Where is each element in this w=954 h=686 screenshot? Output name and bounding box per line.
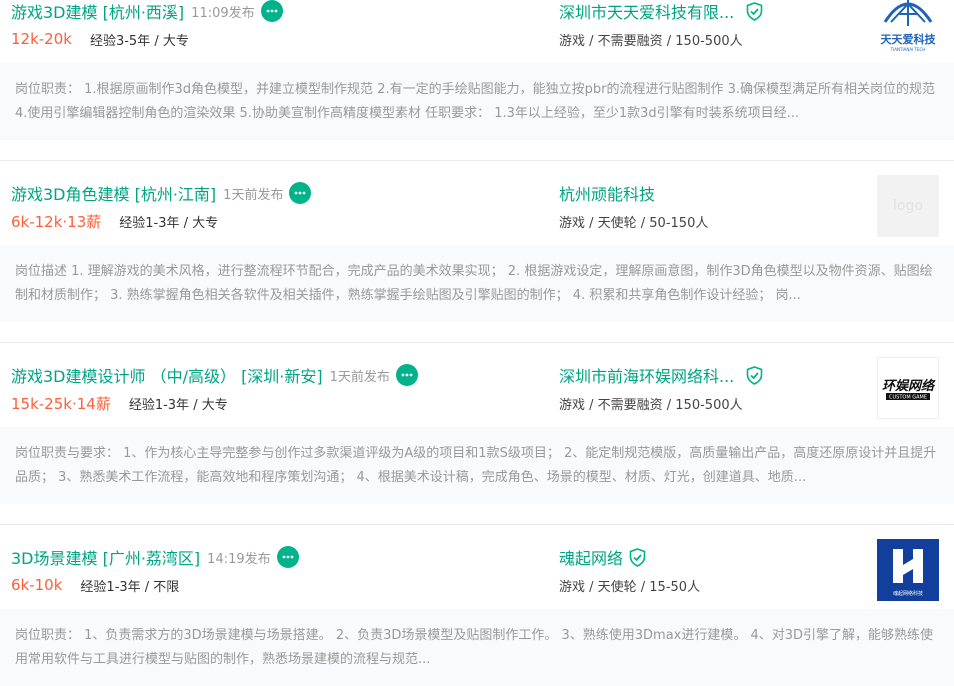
- job-title-row: 游戏3D建模 [杭州·西溪] 11:09发布: [11, 0, 283, 23]
- job-title[interactable]: 3D场景建模 [广州·荔湾区]: [11, 545, 200, 569]
- post-time: 1天前发布: [329, 369, 390, 385]
- divider: [0, 524, 954, 525]
- job-title[interactable]: 游戏3D角色建模 [杭州·江南]: [11, 181, 216, 205]
- company-name[interactable]: 杭州顽能科技: [559, 181, 655, 205]
- description-text: 岗位描述 1. 理解游戏的美术风格，进行整流程环节配合，完成产品的美术效果实现；…: [15, 264, 933, 303]
- verified-shield-icon: [629, 547, 646, 567]
- requirement: 经验1-3年 / 大专: [119, 215, 219, 231]
- company-info: 游戏 / 天使轮 / 15-50人: [559, 579, 701, 595]
- requirement: 经验3-5年 / 大专: [89, 33, 189, 49]
- description-text: 岗位职责： 1、负责需求方的3D场景建模与场景搭建。 2、负责3D场景模型及贴图…: [15, 628, 934, 667]
- chat-icon[interactable]: [260, 0, 283, 22]
- company-row: 杭州顽能科技: [559, 181, 655, 205]
- chat-icon[interactable]: [395, 364, 418, 386]
- logo-placeholder-text: logo: [893, 198, 923, 214]
- job-title[interactable]: 游戏3D建模 [杭州·西溪]: [11, 0, 184, 23]
- job-meta: 6k-10k 经验1-3年 / 不限: [11, 574, 179, 596]
- company-name[interactable]: 深圳市天天爱科技有限...: [559, 0, 734, 23]
- job-description: 岗位职责与要求： 1、作为核心主导完整参与创作过多款渠道评级为A级的项目和1款S…: [0, 427, 954, 504]
- logo-subtext: CUSTOM GAME: [889, 395, 927, 401]
- verified-shield-icon: [746, 365, 763, 385]
- job-description: 岗位职责： 1、负责需求方的3D场景建模与场景搭建。 2、负责3D场景模型及贴图…: [0, 609, 954, 686]
- job-meta: 12k-20k 经验3-5年 / 大专: [11, 28, 189, 50]
- chat-icon[interactable]: [289, 182, 312, 204]
- description-text: 岗位职责与要求： 1、作为核心主导完整参与创作过多款渠道评级为A级的项目和1款S…: [15, 446, 937, 485]
- post-time: 14:19发布: [207, 551, 271, 567]
- logo-text: 天天爱科技: [881, 32, 937, 46]
- salary: 12k-20k: [11, 30, 72, 48]
- divider: [0, 160, 954, 161]
- company-row: 深圳市天天爱科技有限...: [559, 0, 763, 23]
- post-time: 1天前发布: [223, 187, 284, 203]
- requirement: 经验1-3年 / 不限: [80, 579, 180, 595]
- company-info: 游戏 / 不需要融资 / 150-500人: [559, 397, 743, 413]
- company-logo[interactable]: 魂起网络科技: [877, 539, 939, 601]
- post-time: 11:09发布: [191, 5, 255, 21]
- company-logo[interactable]: 天天爱科技 TIANTIANAI TECH: [877, 0, 939, 54]
- logo-text: 环娱网络: [882, 378, 936, 394]
- requirement: 经验1-3年 / 大专: [128, 397, 228, 413]
- company-name[interactable]: 魂起网络: [559, 545, 623, 569]
- company-logo[interactable]: logo: [877, 175, 939, 237]
- company-row: 深圳市前海环娱网络科...: [559, 363, 763, 387]
- job-description: 岗位描述 1. 理解游戏的美术风格，进行整流程环节配合，完成产品的美术效果实现；…: [0, 245, 954, 322]
- verified-shield-icon: [746, 1, 763, 21]
- job-meta: 15k-25k·14薪 经验1-3年 / 大专: [11, 392, 228, 414]
- chat-icon[interactable]: [276, 546, 299, 568]
- divider: [0, 342, 954, 343]
- salary: 6k-10k: [11, 576, 63, 594]
- job-title-row: 游戏3D建模设计师 （中/高级） [深圳·新安] 1天前发布: [11, 363, 418, 387]
- logo-subtext: TIANTIANAI TECH: [890, 47, 926, 52]
- company-name[interactable]: 深圳市前海环娱网络科...: [559, 363, 734, 387]
- company-info: 游戏 / 不需要融资 / 150-500人: [559, 33, 743, 49]
- job-title-row: 3D场景建模 [广州·荔湾区] 14:19发布: [11, 545, 299, 569]
- job-meta: 6k-12k·13薪 经验1-3年 / 大专: [11, 210, 218, 232]
- company-row: 魂起网络: [559, 545, 646, 569]
- job-description: 岗位职责： 1.根据原画制作3d角色模型，并建立模型制作规范 2.有一定的手绘贴…: [0, 63, 954, 140]
- logo-text: 魂起网络科技: [893, 590, 923, 597]
- salary: 6k-12k·13薪: [11, 212, 102, 231]
- job-title-row: 游戏3D角色建模 [杭州·江南] 1天前发布: [11, 181, 312, 205]
- description-text: 岗位职责： 1.根据原画制作3d角色模型，并建立模型制作规范 2.有一定的手绘贴…: [15, 82, 935, 121]
- job-title[interactable]: 游戏3D建模设计师 （中/高级） [深圳·新安]: [11, 363, 323, 387]
- company-logo[interactable]: 环娱网络 CUSTOM GAME: [877, 357, 939, 419]
- salary: 15k-25k·14薪: [11, 394, 111, 413]
- company-info: 游戏 / 天使轮 / 50-150人: [559, 215, 709, 231]
